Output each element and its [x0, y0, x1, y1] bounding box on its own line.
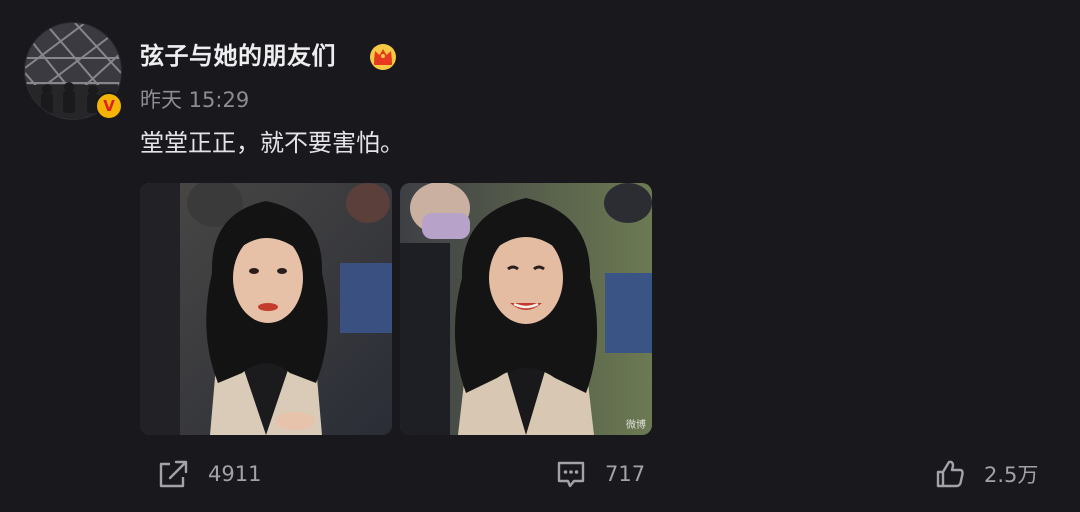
comment-button[interactable]: 717 [555, 456, 645, 492]
photo-1-image [140, 183, 392, 435]
post-photo-2[interactable]: 微博 [400, 183, 652, 435]
avatar-container[interactable]: V [24, 22, 123, 120]
verified-letter: V [103, 96, 115, 115]
post-text: 堂堂正正，就不要害怕。 [140, 129, 404, 157]
like-button[interactable]: 2.5万 [934, 456, 1038, 492]
post-timestamp: 昨天 15:29 [140, 88, 250, 112]
repost-count: 4911 [208, 462, 262, 486]
weibo-post: V 弦子与她的朋友们 昨天 15:29 堂堂正正，就不要害怕。 微博 4911 … [0, 0, 1080, 512]
photo-watermark: 微博 [626, 420, 646, 431]
post-photo-1[interactable] [140, 183, 392, 435]
verified-badge: V [95, 92, 123, 120]
comment-icon [557, 461, 585, 488]
photo-2-image [400, 183, 652, 435]
username[interactable]: 弦子与她的朋友们 [140, 38, 336, 74]
repost-icon [159, 460, 188, 488]
thumbs-up-icon [936, 460, 964, 488]
crown-membership-icon[interactable] [368, 41, 398, 71]
repost-button[interactable]: 4911 [156, 456, 261, 492]
comment-count: 717 [605, 462, 646, 486]
like-count: 2.5万 [984, 463, 1039, 487]
